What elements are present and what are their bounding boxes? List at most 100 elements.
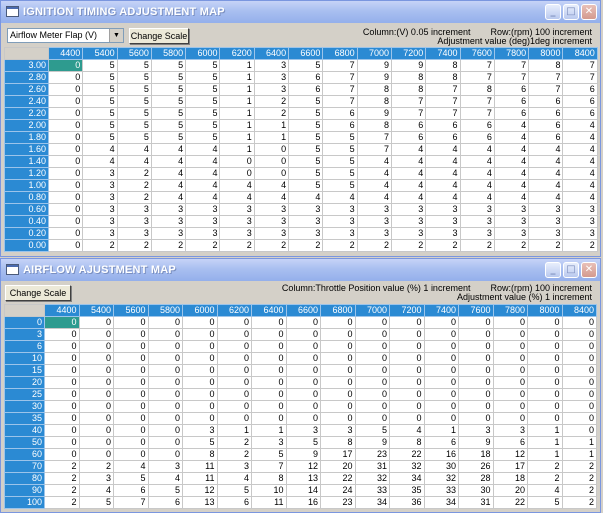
column-header[interactable]: 8400: [562, 47, 598, 60]
table-cell[interactable]: 0: [147, 316, 183, 329]
table-cell[interactable]: 3: [390, 203, 427, 216]
table-cell[interactable]: 3: [425, 203, 461, 216]
table-cell[interactable]: 0: [389, 388, 425, 401]
table-cell[interactable]: 30: [423, 460, 459, 473]
table-cell[interactable]: 3: [147, 460, 183, 473]
table-cell[interactable]: 3: [322, 203, 358, 216]
table-cell[interactable]: 5: [116, 95, 152, 108]
table-cell[interactable]: 7: [459, 107, 495, 120]
table-cell[interactable]: 7: [390, 107, 427, 120]
column-header[interactable]: 5600: [116, 47, 152, 60]
table-cell[interactable]: 0: [354, 388, 390, 401]
table-cell[interactable]: 4: [147, 472, 183, 485]
table-cell[interactable]: 0: [78, 436, 114, 449]
table-cell[interactable]: 0: [44, 376, 80, 389]
table-cell[interactable]: 12: [285, 460, 321, 473]
column-header[interactable]: 7000: [354, 304, 390, 317]
table-cell[interactable]: 13: [285, 472, 321, 485]
table-cell[interactable]: 2: [78, 460, 114, 473]
table-cell[interactable]: 0: [113, 412, 149, 425]
axis-dropdown[interactable]: Airflow Meter Flap (V) ▼: [7, 28, 124, 43]
table-cell[interactable]: 0: [47, 131, 84, 144]
table-cell[interactable]: 4: [356, 155, 392, 168]
table-cell[interactable]: 32: [389, 460, 425, 473]
table-cell[interactable]: 0: [251, 328, 287, 341]
table-cell[interactable]: 6: [288, 71, 324, 84]
table-cell[interactable]: 7: [251, 460, 287, 473]
table-cell[interactable]: 0: [458, 340, 494, 353]
table-cell[interactable]: 8: [356, 119, 392, 132]
table-cell[interactable]: 2: [561, 460, 597, 473]
table-cell[interactable]: 3: [253, 203, 290, 216]
table-cell[interactable]: 0: [320, 364, 356, 377]
table-cell[interactable]: 3: [562, 215, 598, 228]
table-cell[interactable]: 0: [458, 388, 494, 401]
table-cell[interactable]: 4: [389, 424, 425, 437]
table-cell[interactable]: 5: [288, 131, 324, 144]
table-cell[interactable]: 4: [390, 155, 427, 168]
table-cell[interactable]: 6: [562, 107, 598, 120]
table-cell[interactable]: 0: [182, 376, 218, 389]
column-header[interactable]: 7600: [458, 304, 494, 317]
table-cell[interactable]: 4: [356, 191, 392, 204]
table-cell[interactable]: 3: [288, 203, 324, 216]
table-cell[interactable]: 4: [185, 167, 221, 180]
table-cell[interactable]: 0: [527, 328, 563, 341]
table-cell[interactable]: 31: [458, 496, 494, 509]
table-cell[interactable]: 6: [425, 131, 461, 144]
table-cell[interactable]: 2: [459, 239, 495, 252]
table-cell[interactable]: 0: [216, 352, 252, 365]
table-cell[interactable]: 7: [322, 83, 358, 96]
column-header[interactable]: 5800: [150, 47, 187, 60]
column-header[interactable]: 7800: [492, 304, 528, 317]
column-header[interactable]: 7000: [356, 47, 392, 60]
table-cell[interactable]: 5: [150, 71, 187, 84]
table-cell[interactable]: 17: [320, 448, 356, 461]
table-cell[interactable]: 0: [285, 400, 321, 413]
table-cell[interactable]: 0: [527, 340, 563, 353]
table-cell[interactable]: 4: [78, 484, 114, 497]
table-cell[interactable]: 20: [492, 484, 528, 497]
table-cell[interactable]: 3: [82, 167, 118, 180]
table-cell[interactable]: 3: [253, 71, 290, 84]
table-cell[interactable]: 4: [116, 143, 152, 156]
table-cell[interactable]: 0: [320, 316, 356, 329]
table-cell[interactable]: 3: [459, 215, 495, 228]
table-cell[interactable]: 5: [185, 95, 221, 108]
table-cell[interactable]: 16: [423, 448, 459, 461]
table-cell[interactable]: 0: [113, 328, 149, 341]
table-cell[interactable]: 3: [150, 227, 187, 240]
table-cell[interactable]: 2: [116, 239, 152, 252]
table-cell[interactable]: 5: [288, 107, 324, 120]
table-cell[interactable]: 4: [390, 143, 427, 156]
table-cell[interactable]: 0: [389, 376, 425, 389]
table-cell[interactable]: 9: [356, 71, 392, 84]
table-cell[interactable]: 2: [253, 239, 290, 252]
table-cell[interactable]: 0: [251, 376, 287, 389]
column-header[interactable]: 4400: [47, 47, 84, 60]
table-cell[interactable]: 0: [320, 400, 356, 413]
table-cell[interactable]: 8: [356, 83, 392, 96]
table-cell[interactable]: 2: [216, 448, 252, 461]
table-cell[interactable]: 0: [47, 215, 84, 228]
table-cell[interactable]: 9: [356, 107, 392, 120]
table-cell[interactable]: 30: [458, 484, 494, 497]
table-cell[interactable]: 0: [44, 436, 80, 449]
table-cell[interactable]: 0: [78, 424, 114, 437]
row-header[interactable]: 2.80: [4, 71, 49, 84]
table-cell[interactable]: 0: [47, 203, 84, 216]
table-cell[interactable]: 8: [390, 71, 427, 84]
table-cell[interactable]: 0: [216, 400, 252, 413]
table-cell[interactable]: 2: [150, 239, 187, 252]
table-cell[interactable]: 4: [356, 179, 392, 192]
table-cell[interactable]: 0: [251, 340, 287, 353]
table-cell[interactable]: 0: [423, 364, 459, 377]
table-cell[interactable]: 0: [47, 155, 84, 168]
table-cell[interactable]: 2: [82, 239, 118, 252]
table-cell[interactable]: 32: [354, 472, 390, 485]
table-cell[interactable]: 4: [390, 191, 427, 204]
table-cell[interactable]: 5: [288, 143, 324, 156]
row-header[interactable]: 0.20: [4, 227, 49, 240]
table-cell[interactable]: 5: [288, 179, 324, 192]
column-header[interactable]: 6600: [288, 47, 324, 60]
